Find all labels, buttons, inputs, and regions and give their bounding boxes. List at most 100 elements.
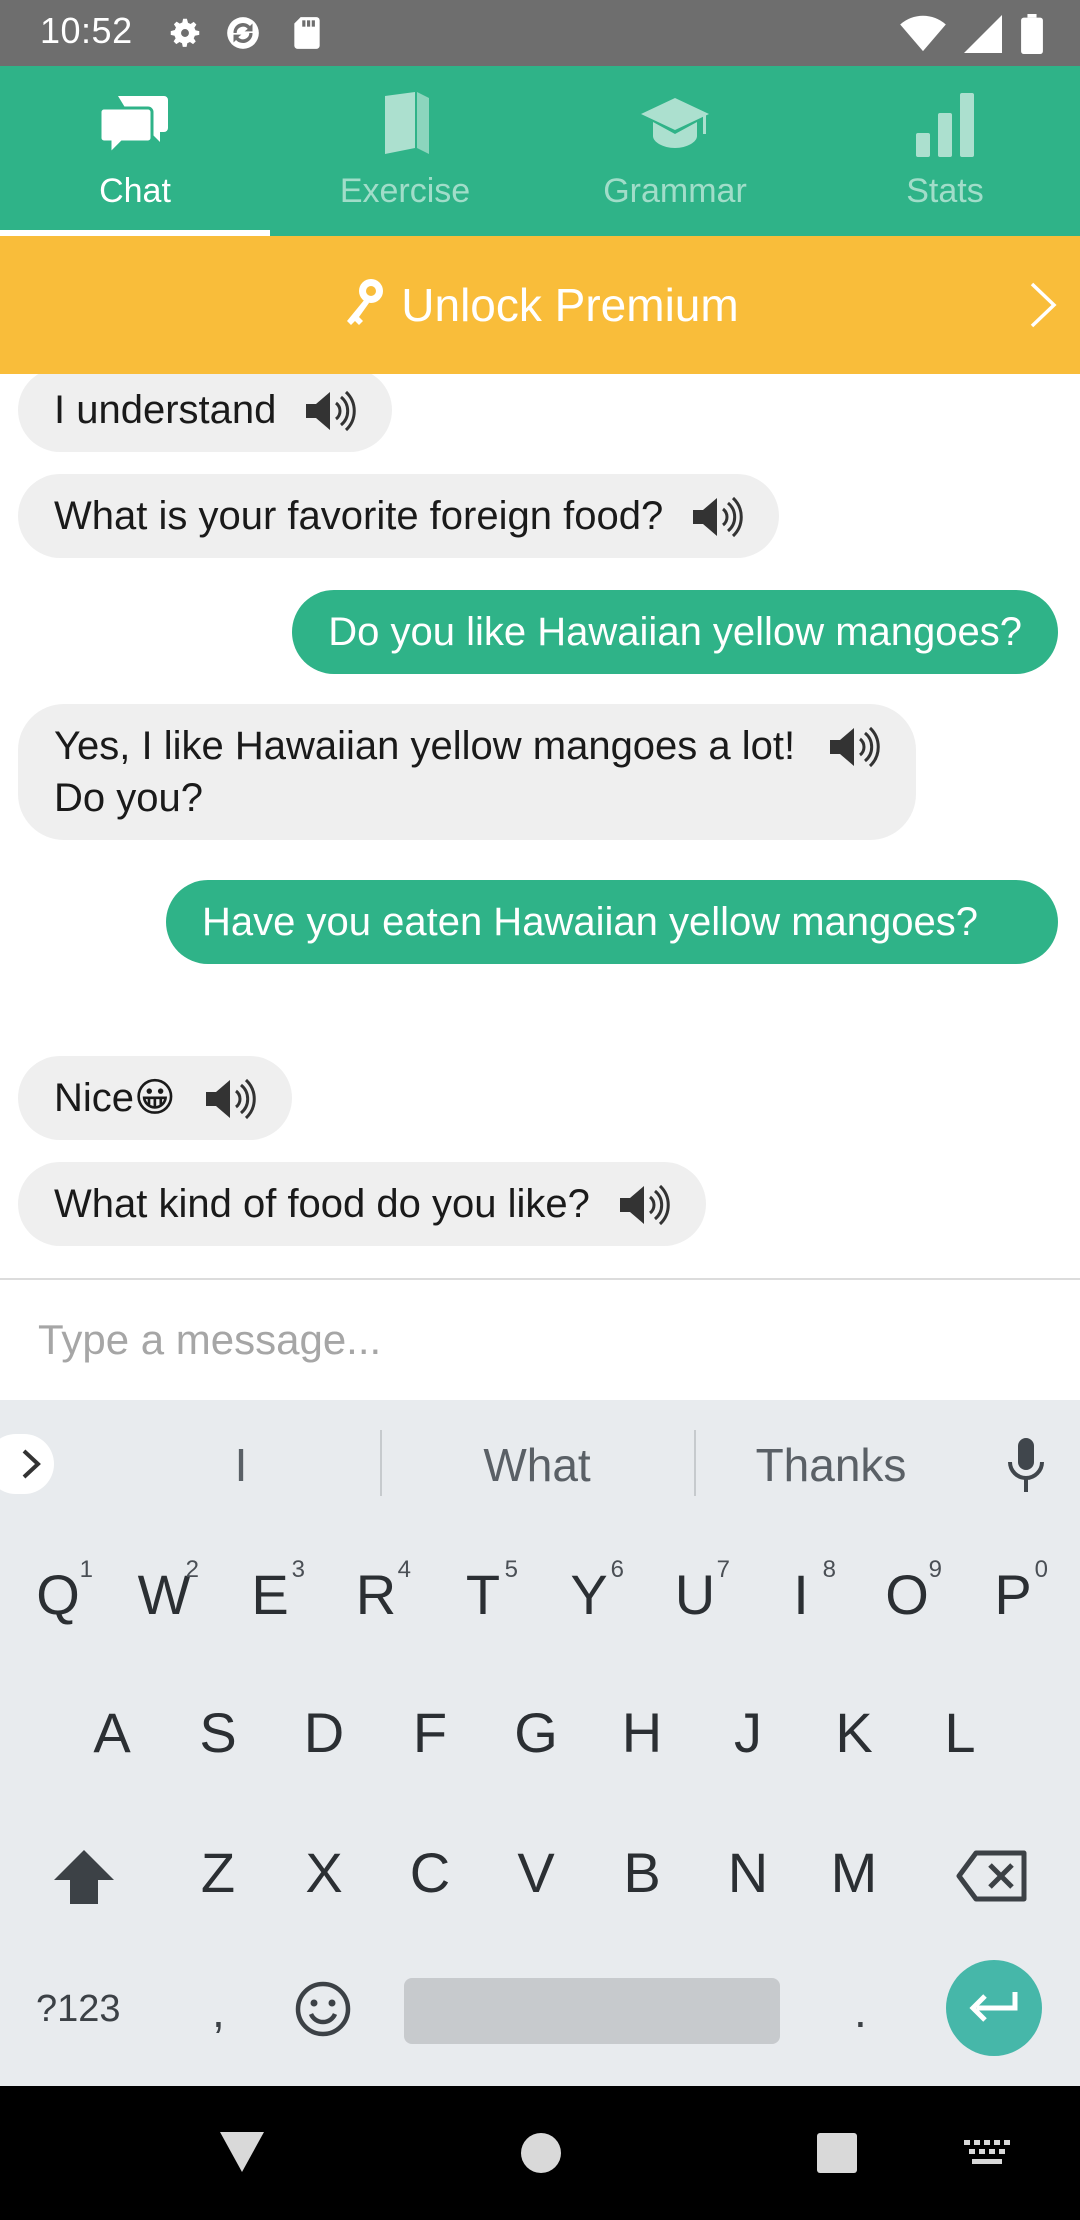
message-input[interactable]: [38, 1300, 1038, 1380]
key-hint: 7: [716, 1556, 730, 1583]
message-text: Nice😀: [54, 1076, 176, 1120]
key-hint: 8: [822, 1556, 836, 1583]
key-r[interactable]: R4: [333, 1540, 419, 1650]
key-label: Y: [570, 1563, 608, 1626]
key-v[interactable]: V: [493, 1818, 579, 1928]
message-bubble-bot[interactable]: Nice😀: [18, 1056, 292, 1140]
expand-toolbar-button[interactable]: [0, 1434, 54, 1494]
period-key[interactable]: .: [854, 1984, 867, 2038]
chevron-right-icon: [22, 1449, 41, 1479]
key-label: U: [674, 1563, 716, 1626]
suggestion-strip: I What Thanks: [0, 1400, 1080, 1524]
key-d[interactable]: D: [281, 1678, 367, 1788]
tab-grammar[interactable]: Grammar: [540, 66, 810, 236]
backspace-key[interactable]: [956, 1850, 1028, 1902]
key-x[interactable]: X: [281, 1818, 367, 1928]
message-bubble-bot[interactable]: Yes, I like Hawaiian yellow mangoes a lo…: [18, 704, 916, 840]
key-hint: 4: [397, 1556, 411, 1583]
tab-chat[interactable]: Chat: [0, 66, 270, 236]
key-hint: 6: [610, 1556, 624, 1583]
key-o[interactable]: O9: [864, 1540, 950, 1650]
suggestion-item[interactable]: What: [412, 1438, 662, 1492]
key-z[interactable]: Z: [175, 1818, 261, 1928]
home-icon[interactable]: [520, 2132, 562, 2174]
key-label: I: [793, 1563, 809, 1626]
speaker-icon[interactable]: [202, 1076, 256, 1122]
symbols-key[interactable]: ?123: [36, 1988, 121, 2031]
keyboard-switch-icon[interactable]: [964, 2140, 1010, 2168]
chat-icon: [95, 84, 175, 164]
key-hint: 5: [504, 1556, 518, 1583]
book-icon: [365, 84, 445, 164]
message-text: What kind of food do you like?: [54, 1182, 590, 1226]
key-label: T: [465, 1563, 501, 1626]
key-p[interactable]: P0: [970, 1540, 1056, 1650]
chat-thread[interactable]: I understand What is your favorite forei…: [0, 374, 1080, 1278]
message-text: Have you eaten Hawaiian yellow mangoes?: [202, 900, 979, 944]
key-hint: 3: [291, 1556, 305, 1583]
back-icon[interactable]: [218, 2130, 266, 2174]
system-nav-bar: [0, 2086, 1080, 2220]
enter-key[interactable]: [946, 1960, 1042, 2056]
suggestion-divider: [694, 1430, 696, 1496]
emoji-key[interactable]: [294, 1980, 354, 2040]
tab-label: Grammar: [603, 172, 747, 210]
status-right-icons: [900, 14, 1044, 54]
key-k[interactable]: K: [811, 1678, 897, 1788]
speaker-icon[interactable]: [689, 494, 743, 540]
key-t[interactable]: T5: [440, 1540, 526, 1650]
suggestion-item[interactable]: Thanks: [706, 1438, 956, 1492]
battery-icon: [1021, 14, 1043, 54]
speaker-icon[interactable]: [616, 1182, 670, 1228]
space-bar[interactable]: [404, 1978, 780, 2044]
key-f[interactable]: F: [387, 1678, 473, 1788]
unlock-premium-banner[interactable]: Unlock Premium: [0, 236, 1080, 374]
tab-label: Stats: [906, 172, 984, 210]
key-label: W: [137, 1563, 191, 1626]
tab-exercise[interactable]: Exercise: [270, 66, 540, 236]
key-a[interactable]: A: [69, 1678, 155, 1788]
key-u[interactable]: U7: [652, 1540, 738, 1650]
message-bubble-user[interactable]: Have you eaten Hawaiian yellow mangoes?: [166, 880, 1058, 964]
key-label: O: [885, 1563, 929, 1626]
key-label: P: [994, 1563, 1032, 1626]
key-b[interactable]: B: [599, 1818, 685, 1928]
settings-icon: [170, 18, 200, 47]
tab-label: Exercise: [339, 172, 471, 210]
key-g[interactable]: G: [493, 1678, 579, 1788]
shift-icon: [54, 1850, 114, 1904]
suggestion-item[interactable]: I: [116, 1438, 366, 1492]
speaker-icon[interactable]: [826, 724, 880, 770]
key-w[interactable]: W2: [121, 1540, 207, 1650]
recents-icon[interactable]: [816, 2132, 858, 2174]
key-m[interactable]: M: [811, 1818, 897, 1928]
key-j[interactable]: J: [705, 1678, 791, 1788]
key-hint: 2: [185, 1556, 199, 1583]
emoji-icon: [295, 1981, 351, 2037]
comma-key[interactable]: ,: [212, 1984, 225, 2038]
shift-key[interactable]: [52, 1848, 122, 1908]
wifi-icon: [900, 15, 946, 52]
message-bubble-bot[interactable]: I understand: [18, 374, 393, 452]
message-bubble-user[interactable]: Do you like Hawaiian yellow mangoes?: [292, 590, 1058, 674]
tab-stats[interactable]: Stats: [810, 66, 1080, 236]
backspace-icon: [956, 1850, 1027, 1902]
message-bubble-bot[interactable]: What is your favorite foreign food?: [18, 474, 780, 558]
sd-card-icon: [294, 17, 320, 49]
message-composer: [0, 1278, 1080, 1400]
key-q[interactable]: Q1: [15, 1540, 101, 1650]
premium-label: Unlock Premium: [401, 279, 739, 331]
key-e[interactable]: E3: [227, 1540, 313, 1650]
key-h[interactable]: H: [599, 1678, 685, 1788]
key-l[interactable]: L: [917, 1678, 1003, 1788]
key-n[interactable]: N: [705, 1818, 791, 1928]
graduation-cap-icon: [635, 84, 715, 164]
key-s[interactable]: S: [175, 1678, 261, 1788]
speaker-icon[interactable]: [302, 388, 357, 434]
key-c[interactable]: C: [387, 1818, 473, 1928]
key-y[interactable]: Y6: [546, 1540, 632, 1650]
key-i[interactable]: I8: [758, 1540, 844, 1650]
key-label: Q: [36, 1563, 80, 1626]
message-bubble-bot[interactable]: What kind of food do you like?: [18, 1162, 706, 1246]
microphone-icon[interactable]: [1004, 1436, 1048, 1496]
